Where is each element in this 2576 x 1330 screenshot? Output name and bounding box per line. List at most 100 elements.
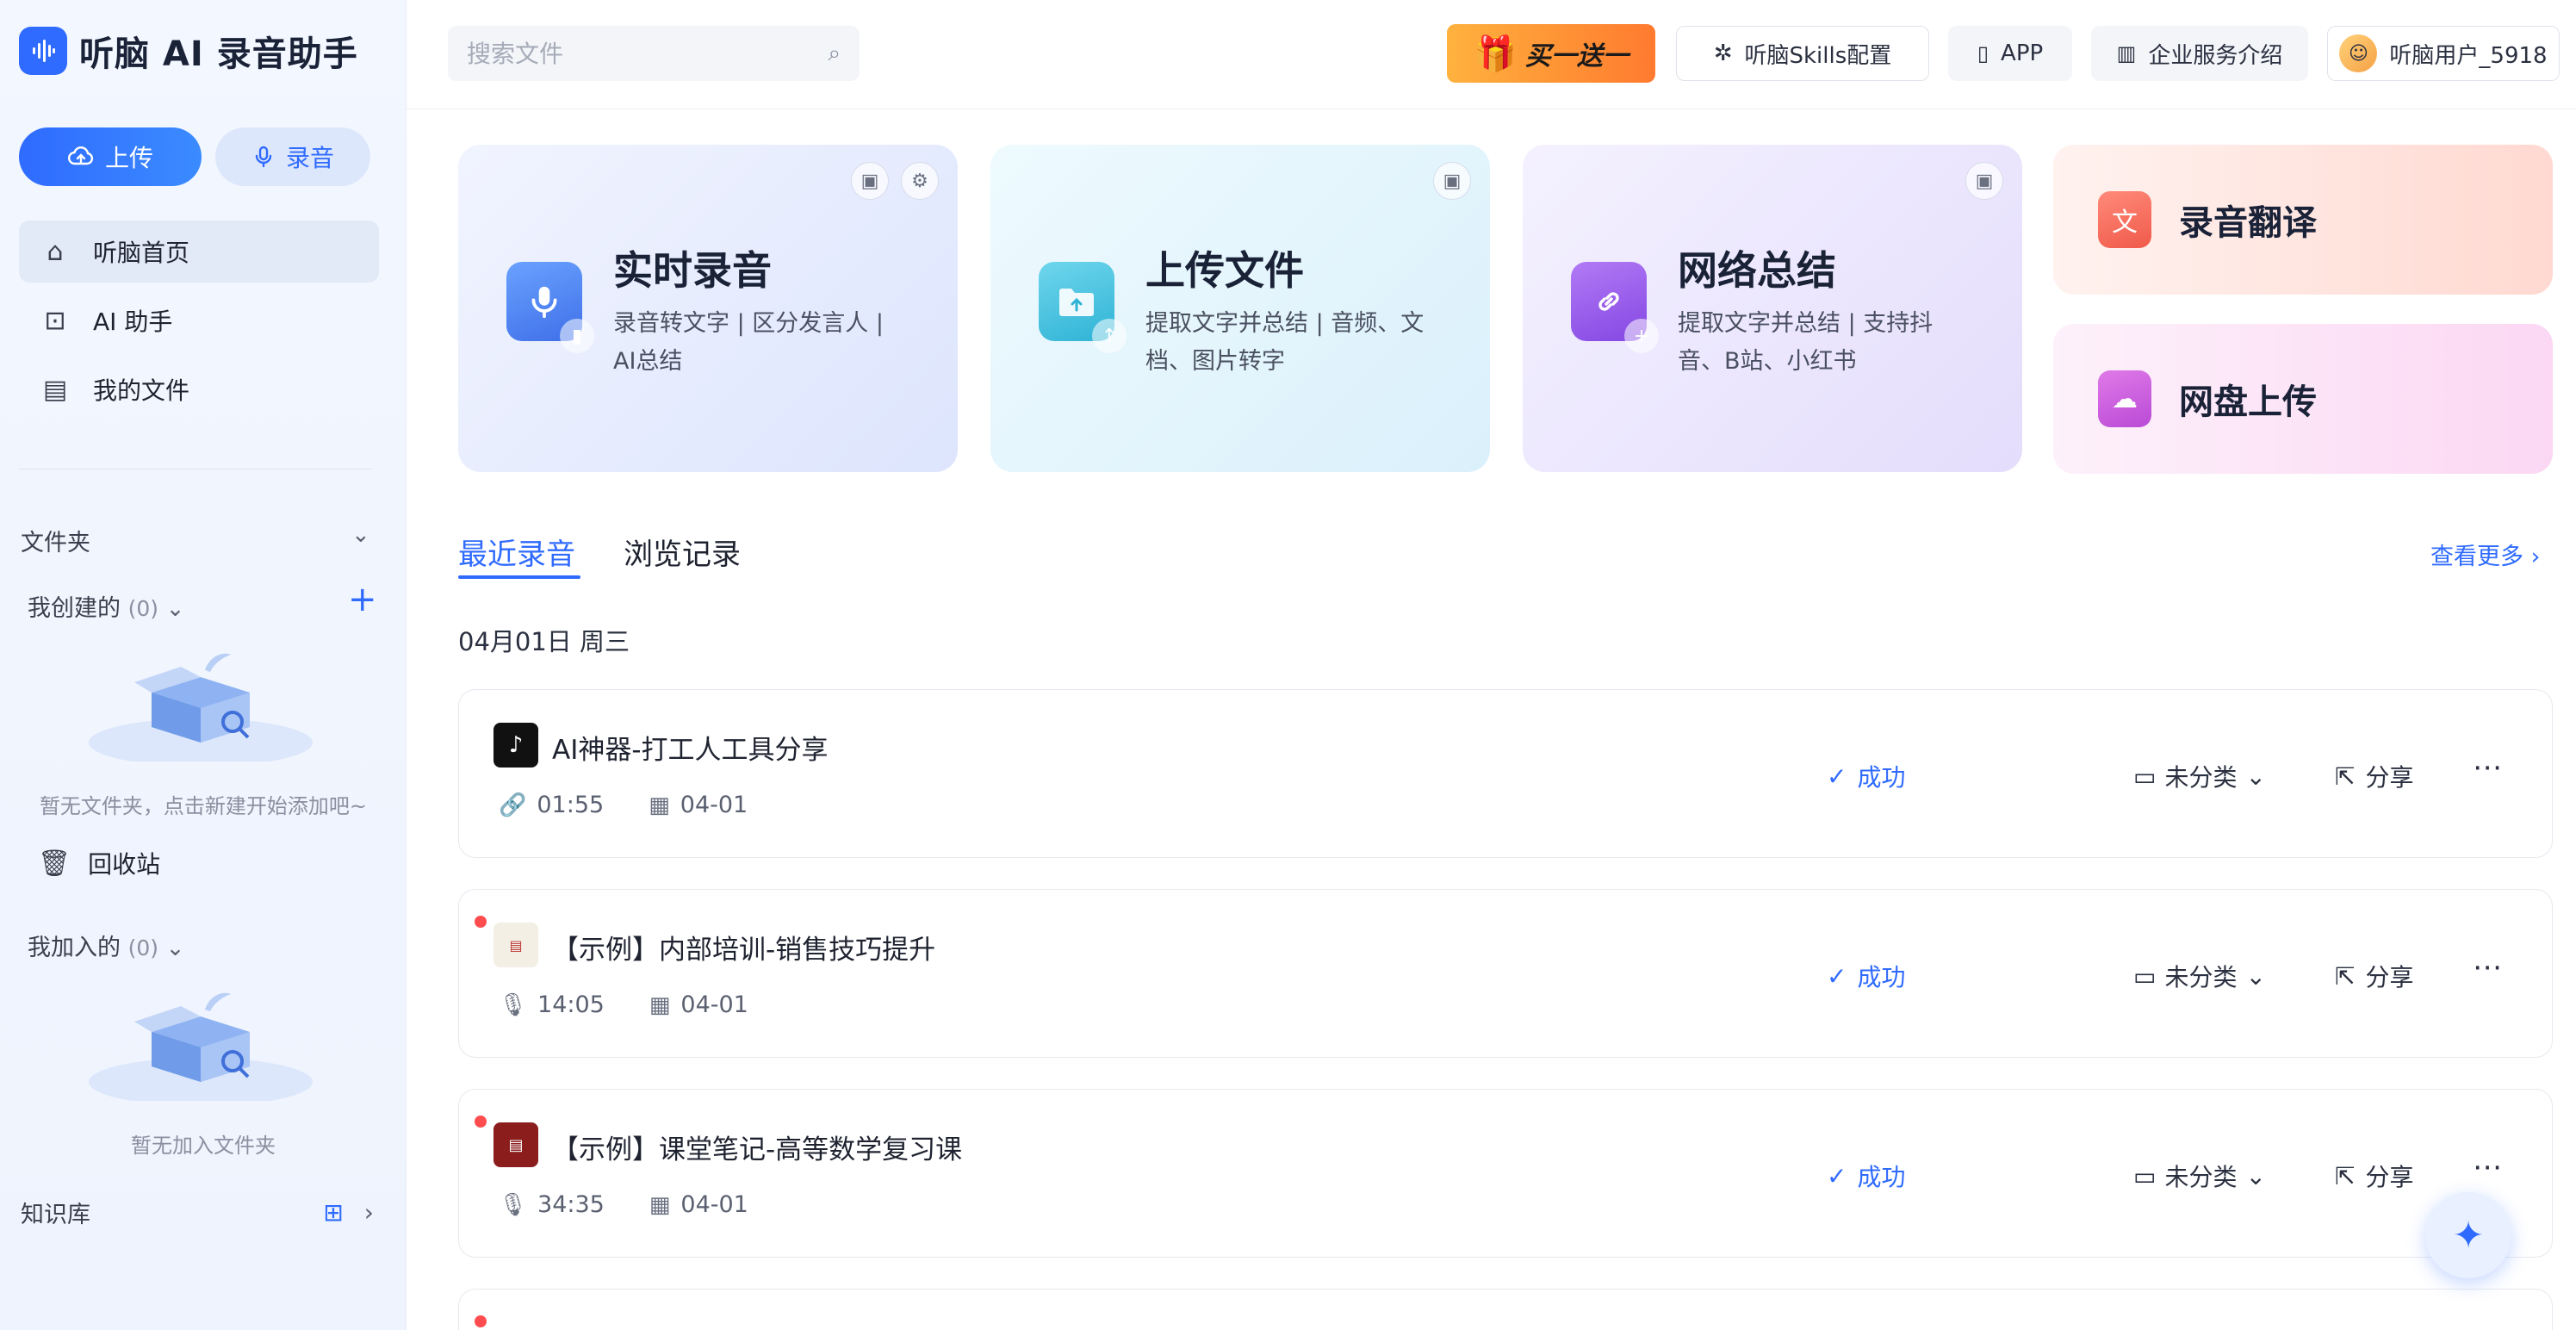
chevron-right-icon[interactable]: › (364, 1198, 374, 1227)
mic-icon: 🎙 (499, 1191, 528, 1218)
search-icon[interactable]: ⌕ (828, 40, 841, 67)
sidebar-item-label: 回收站 (88, 850, 161, 879)
recording-title[interactable]: AI神器-打工人工具分享 (552, 728, 829, 767)
sidebar-nav: ⌂ 听脑首页 ⊡ AI 助手 ▤ 我的文件 (19, 221, 379, 427)
share-icon: ⇱ (2335, 761, 2356, 791)
recording-row[interactable]: ▤ 【示例】课堂笔记-高等数学复习课 🎙 34:35 ▦ 04-01 ✓ 成功 … (458, 1089, 2553, 1258)
category-label: 未分类 (2164, 763, 2238, 792)
more-icon[interactable]: ⋯ (2473, 1150, 2503, 1184)
save-icon[interactable]: ▣ (1965, 162, 2003, 200)
skills-config-label: 听脑Skills配置 (1744, 42, 1892, 69)
promo-button[interactable]: 🎁 买一送一 (1447, 24, 1655, 83)
more-icon[interactable]: ⋯ (2473, 750, 2503, 785)
share-button[interactable]: ⇱ 分享 (2335, 1159, 2413, 1193)
joined-folders-title[interactable]: 我加入的 (0) ⌄ (28, 929, 184, 962)
recording-row[interactable]: ▤ 【示例】内部培训-销售技巧提升 🎙 14:05 ▦ 04-01 ✓ 成功 ▭… (458, 889, 2553, 1058)
share-button[interactable]: ⇱ 分享 (2335, 759, 2413, 793)
mic-icon: 🎙 (499, 991, 528, 1018)
card-title: 网络总结 (1678, 247, 1836, 294)
cloud-disk-upload-card[interactable]: ☁ 网盘上传 (2053, 324, 2553, 474)
user-name: 听脑用户_5918 (2389, 42, 2548, 69)
app-button[interactable]: ▯ APP (1948, 26, 2072, 81)
recording-row[interactable]: ♪ AI神器-打工人工具分享 🔗 01:55 ▦ 04-01 ✓ 成功 ▭ 未分… (458, 689, 2553, 858)
sidebar: 听脑 AI 录音助手 上传 录音 ⌂ 听脑首页 ⊡ AI 助手 ▤ 我的文件 文… (0, 0, 407, 1330)
upload-button[interactable]: 上传 (19, 127, 202, 186)
document-thumbnail: ▤ (493, 923, 538, 967)
sidebar-item-my-files[interactable]: ▤ 我的文件 (19, 358, 379, 420)
trash-icon: 🗑 (38, 848, 71, 879)
mic-icon (255, 146, 272, 168)
tab-recent-recordings[interactable]: 最近录音 (458, 531, 575, 573)
more-icon[interactable]: ⋯ (2473, 950, 2503, 985)
sidebar-item-label: 听脑首页 (93, 239, 190, 267)
card-tools: ▣ (1433, 162, 1471, 200)
sidebar-item-knowledge-base[interactable]: 知识库 ⊞ › (21, 1196, 374, 1229)
joined-folders-label: 我加入的 (28, 935, 121, 961)
category-dropdown[interactable]: ▭ 未分类 ⌄ (2133, 759, 2266, 793)
chevron-down-icon: ⌄ (165, 935, 185, 961)
save-icon[interactable]: ▣ (851, 162, 889, 200)
link-icon: + (1571, 262, 1659, 353)
created-folders-empty-note: 暂无文件夹，点击新建开始添加吧~ (39, 794, 368, 818)
enterprise-intro-label: 企业服务介绍 (2148, 42, 2283, 69)
sidebar-item-home[interactable]: ⌂ 听脑首页 (19, 221, 379, 283)
unread-dot (475, 1116, 487, 1128)
search-box[interactable]: ⌕ (448, 26, 860, 81)
share-label: 分享 (2365, 1163, 2414, 1191)
enterprise-intro-button[interactable]: ▥ 企业服务介绍 (2091, 26, 2308, 81)
folders-section-title: 文件夹 (21, 530, 90, 556)
web-summary-card[interactable]: ▣ + 网络总结 提取文字并总结 | 支持抖音、B站、小红书 (1523, 145, 2022, 472)
chevron-down-icon: ⌄ (2245, 1161, 2266, 1190)
recording-row[interactable] (458, 1289, 2553, 1330)
record-button-label: 录音 (285, 145, 334, 171)
created-folders-title[interactable]: 我创建的 (0) ⌄ (28, 589, 184, 623)
view-more-link[interactable]: 查看更多 › (2430, 538, 2540, 571)
card-title: 上传文件 (1145, 247, 1304, 294)
skills-icon: ✲ (1713, 40, 1733, 66)
category-dropdown[interactable]: ▭ 未分类 ⌄ (2133, 1159, 2266, 1193)
share-label: 分享 (2365, 763, 2414, 792)
app-title: 听脑 AI 录音助手 (79, 34, 358, 74)
sidebar-item-trash[interactable]: 🗑 回收站 (38, 846, 160, 880)
folder-add-icon[interactable]: ⊞ (323, 1198, 343, 1227)
search-input[interactable] (467, 39, 829, 68)
realtime-record-card[interactable]: ▣ ⚙ ▮ 实时录音 录音转文字 | 区分发言人 | AI总结 (458, 145, 958, 472)
assistant-bot-button[interactable]: ✦ (2425, 1192, 2511, 1278)
document-thumbnail: ▤ (493, 1122, 538, 1167)
add-folder-button[interactable]: + (348, 582, 377, 617)
recording-title[interactable]: 【示例】课堂笔记-高等数学复习课 (552, 1128, 962, 1166)
user-menu[interactable]: ☺ 听脑用户_5918 (2327, 26, 2560, 81)
date-group-label: 04月01日 周三 (458, 627, 630, 656)
upload-file-card[interactable]: ▣ ↑ 上传文件 提取文字并总结 | 音频、文档、图片转字 (990, 145, 1490, 472)
share-button[interactable]: ⇱ 分享 (2335, 959, 2413, 993)
gear-icon[interactable]: ⚙ (901, 162, 939, 200)
cloud-upload-icon: ☁ (2098, 370, 2151, 427)
calendar-icon: ▦ (649, 792, 670, 818)
calendar-icon: ▦ (649, 1191, 671, 1218)
folder-icon: ▭ (2133, 761, 2157, 791)
record-button[interactable]: 录音 (215, 127, 370, 186)
record-translate-card[interactable]: 文 录音翻译 (2053, 145, 2553, 295)
sidebar-item-label: 我的文件 (93, 376, 190, 405)
card-description: 提取文字并总结 | 音频、文档、图片转字 (1145, 310, 1425, 375)
recording-title[interactable]: 【示例】内部培训-销售技巧提升 (552, 928, 935, 966)
folder-upload-icon: ↑ (1039, 262, 1127, 353)
save-icon[interactable]: ▣ (1433, 162, 1471, 200)
skills-config-button[interactable]: ✲ 听脑Skills配置 (1676, 26, 1929, 81)
category-dropdown[interactable]: ▭ 未分类 ⌄ (2133, 959, 2266, 993)
assistant-bot-icon: ✦ (2452, 1213, 2485, 1258)
arrow-up-badge-icon: ↑ (1092, 319, 1127, 353)
sidebar-item-ai-assistant[interactable]: ⊡ AI 助手 (19, 289, 379, 351)
app-logo[interactable]: 听脑 AI 录音助手 (19, 26, 358, 76)
category-label: 未分类 (2164, 1163, 2238, 1191)
mic-icon: ▮ (506, 262, 594, 353)
recording-meta: 🎙 34:35 ▦ 04-01 (499, 1191, 748, 1218)
home-icon: ⌂ (47, 236, 64, 267)
active-tab-indicator (458, 575, 580, 579)
folders-collapse-chevron-icon[interactable]: ⌄ (351, 522, 370, 548)
gift-icon: 🎁 (1474, 34, 1517, 74)
joined-folders-empty-note: 暂无加入文件夹 (131, 1134, 276, 1158)
status-badge: ✓ 成功 (1827, 759, 1905, 793)
recording-meta: 🎙 14:05 ▦ 04-01 (499, 991, 748, 1018)
tab-browse-history[interactable]: 浏览记录 (624, 531, 741, 573)
